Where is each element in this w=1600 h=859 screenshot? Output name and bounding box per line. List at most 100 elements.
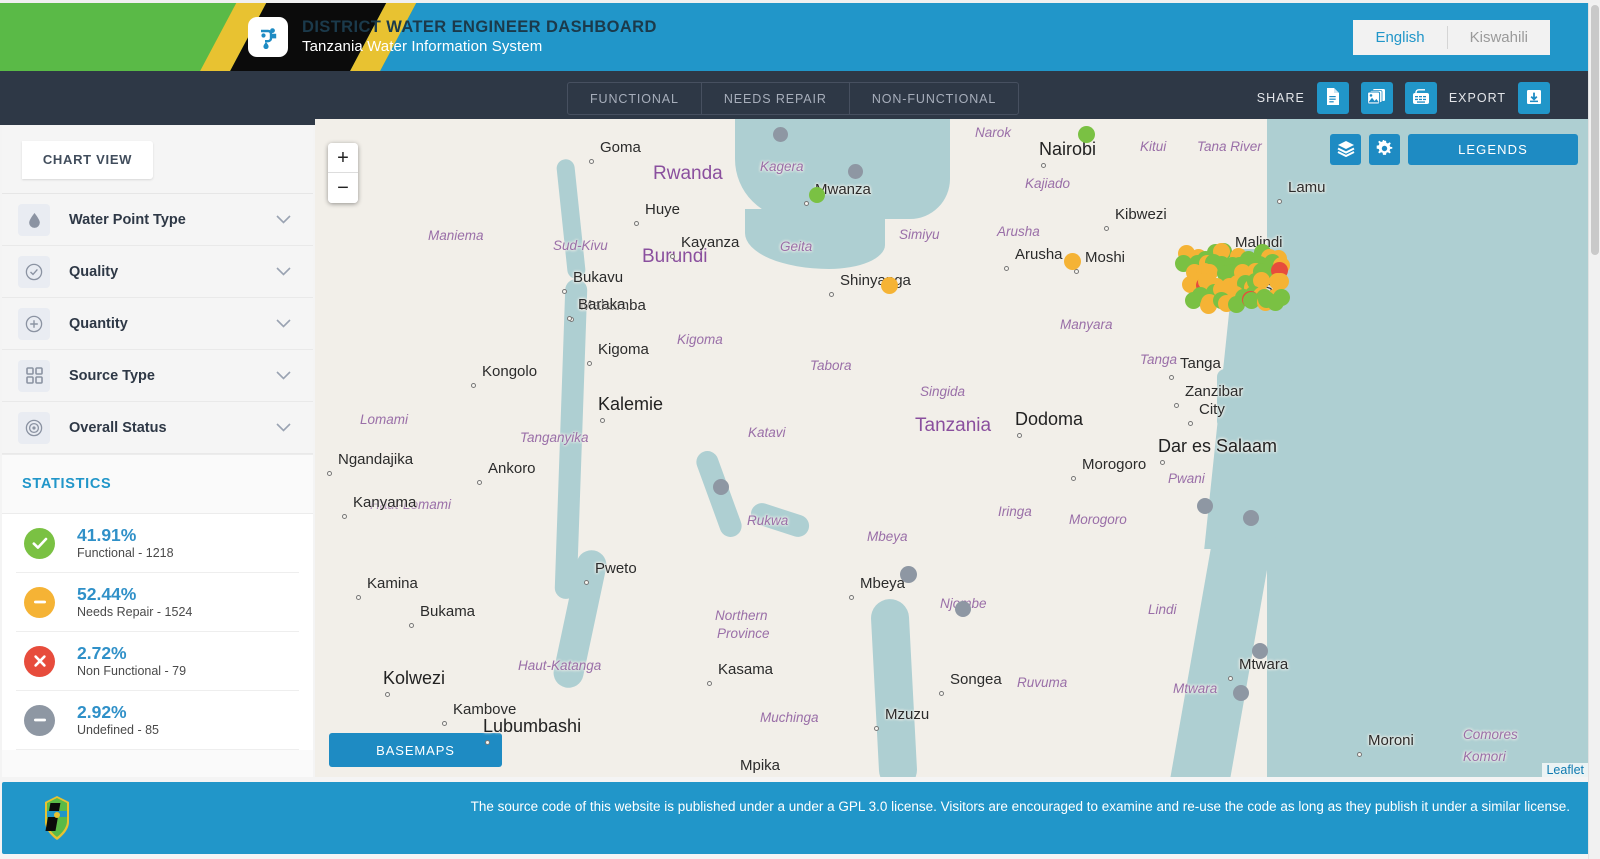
map-city-label: Moshi: [1085, 249, 1126, 266]
map-city-label: Kibwezi: [1115, 206, 1167, 223]
sidebar-filter-source-type[interactable]: Source Type: [2, 350, 313, 402]
leaflet-map[interactable]: + − LEGENDS BASEMAPS Leaflet Rwanda Burun…: [315, 119, 1590, 777]
water-point-marker[interactable]: [713, 479, 729, 495]
map-city-dot: [829, 292, 834, 297]
status-filter-needs-repair[interactable]: NEEDS REPAIR: [702, 83, 850, 114]
map-city-label: Kolwezi: [383, 668, 446, 688]
status-filter-functional[interactable]: FUNCTIONAL: [568, 83, 702, 114]
map-city-dot: [562, 289, 567, 294]
language-kiswahili[interactable]: Kiswahili: [1448, 20, 1550, 55]
zoom-out-button[interactable]: −: [328, 173, 358, 203]
status-filter-non-functional[interactable]: NON-FUNCTIONAL: [850, 83, 1018, 114]
water-point-marker[interactable]: [1233, 685, 1249, 701]
map-city-dot: [600, 418, 605, 423]
share-printer-button[interactable]: [1404, 82, 1437, 114]
leaflet-attribution[interactable]: Leaflet: [1542, 763, 1588, 777]
map-city-label: Arusha: [1015, 246, 1063, 263]
map-city-label: Dar es Salaam: [1158, 436, 1278, 456]
map-region-label: Ruvuma: [1017, 675, 1068, 690]
export-button[interactable]: [1518, 82, 1550, 114]
filter-label: Overall Status: [69, 419, 167, 436]
page-scrollbar[interactable]: [1588, 3, 1600, 859]
water-drop-icon: [18, 203, 50, 236]
sidebar-filter-water-point-type[interactable]: Water Point Type: [2, 194, 313, 246]
gear-icon: [1376, 138, 1393, 160]
chevron-down-icon[interactable]: [276, 419, 291, 437]
sidebar-filter-quality[interactable]: Quality: [2, 246, 313, 298]
chevron-down-icon[interactable]: [276, 211, 291, 229]
map-city-dot: [442, 721, 447, 726]
scrollbar-thumb[interactable]: [1591, 5, 1599, 255]
water-tap-icon: [248, 17, 288, 57]
map-region-label: Katavi: [748, 425, 786, 440]
water-point-marker[interactable]: [809, 187, 825, 203]
language-english[interactable]: English: [1353, 20, 1446, 55]
water-point-marker[interactable]: [1252, 643, 1268, 659]
water-point-marker[interactable]: [955, 601, 971, 617]
water-point-marker[interactable]: [773, 127, 788, 142]
map-city-label: Bukama: [420, 603, 476, 620]
tab-chart-view[interactable]: CHART VIEW: [22, 140, 153, 179]
chevron-down-icon[interactable]: [276, 367, 291, 385]
map-city-dot: [471, 383, 476, 388]
view-toggle: MAP VIEW CHART VIEW: [2, 126, 313, 194]
map-city-dot: [1104, 226, 1109, 231]
printer-icon: [1412, 88, 1430, 108]
lake-victoria-south: [745, 209, 885, 269]
share-document-button[interactable]: [1316, 82, 1349, 114]
map-region-label: Geita: [780, 239, 813, 254]
map-region-label: Province: [717, 626, 770, 641]
map-region-label: Kagera: [760, 159, 804, 174]
water-point-marker[interactable]: [881, 277, 898, 294]
settings-button[interactable]: [1369, 134, 1400, 165]
map-city-label: Ankoro: [488, 460, 536, 477]
map-city-dot: [804, 201, 809, 206]
map-city-dot: [1228, 676, 1233, 681]
map-city-label: Baraka: [578, 296, 626, 313]
water-point-marker[interactable]: [1243, 510, 1259, 526]
water-point-marker[interactable]: [1078, 126, 1095, 143]
map-city-label: Bukavu: [573, 269, 624, 286]
sidebar-filter-overall-status[interactable]: Overall Status: [2, 402, 313, 454]
legends-button[interactable]: LEGENDS: [1408, 134, 1578, 165]
chevron-down-icon[interactable]: [276, 315, 291, 333]
map-city-dot: [1169, 375, 1174, 380]
target-circle-icon: [18, 411, 50, 444]
chevron-down-icon[interactable]: [276, 263, 291, 281]
map-region-label: Singida: [920, 384, 966, 399]
basemaps-button[interactable]: BASEMAPS: [329, 733, 502, 767]
map-region-label: Tanganyika: [520, 430, 589, 445]
map-city-dot: [409, 623, 414, 628]
water-point-marker[interactable]: [900, 566, 917, 583]
map-region-label: Lindi: [1148, 602, 1177, 617]
map-region-label: Tana River: [1197, 139, 1262, 154]
stat-percent: 2.92%: [77, 701, 127, 722]
share-images-button[interactable]: [1360, 82, 1393, 114]
map-city-dot: [1074, 269, 1079, 274]
map-city-dot: [634, 221, 639, 226]
map-city-dot: [327, 471, 332, 476]
map-region-label: Arusha: [997, 224, 1040, 239]
brand: DISTRICT WATER ENGINEER DASHBOARD Tanzan…: [248, 17, 657, 57]
water-point-marker[interactable]: [1064, 253, 1081, 270]
map-city-label: Mpika: [740, 757, 781, 774]
map-city-label: Pweto: [595, 560, 637, 577]
water-point-marker[interactable]: [1197, 498, 1213, 514]
map-city-dot: [670, 254, 675, 259]
map-city-label: Zanzibar: [1185, 383, 1244, 400]
map-region-label: Mbeya: [867, 529, 908, 544]
map-city-dot: [707, 681, 712, 686]
left-sidebar: MAP VIEW CHART VIEW Water Point Type Qua…: [2, 126, 313, 777]
footer-license-text: The source code of this website is publi…: [470, 799, 1570, 814]
sidebar-filter-quantity[interactable]: Quantity: [2, 298, 313, 350]
water-point-marker[interactable]: [848, 164, 863, 179]
map-city-label: Kamina: [367, 575, 418, 592]
zoom-in-button[interactable]: +: [328, 143, 358, 173]
map-city-dot: [849, 595, 854, 600]
zoom-control[interactable]: + −: [328, 143, 358, 203]
map-city-dot: [1017, 433, 1022, 438]
map-region-label: Iringa: [998, 504, 1032, 519]
layers-button[interactable]: [1330, 134, 1361, 165]
language-switcher[interactable]: English Kiswahili: [1353, 20, 1550, 55]
export-label: EXPORT: [1448, 91, 1506, 105]
